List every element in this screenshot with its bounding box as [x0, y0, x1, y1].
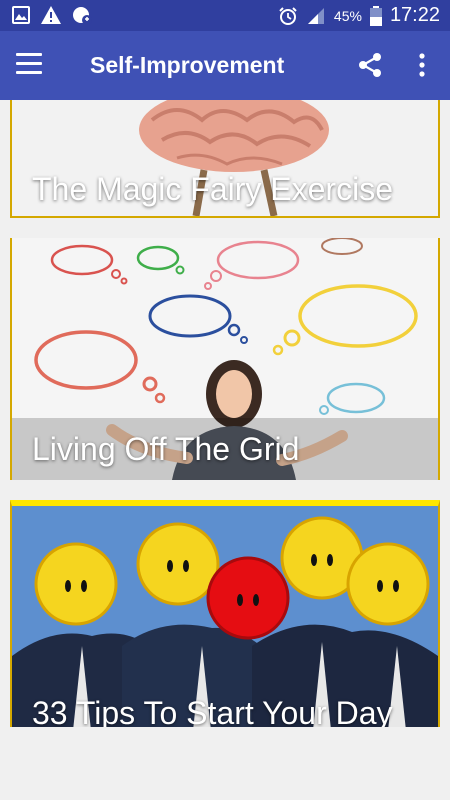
article-feed: The Magic Fairy Exercise Living Off The …	[0, 100, 450, 727]
system-icons: 45% 17:22	[278, 4, 440, 27]
signal-icon	[307, 7, 324, 24]
more-vert-icon[interactable]	[412, 51, 432, 79]
bottom-blank-area	[0, 727, 450, 800]
article-title: The Magic Fairy Exercise	[32, 171, 393, 207]
warning-icon	[41, 6, 61, 24]
clock: 17:22	[389, 4, 440, 26]
share-icon[interactable]	[356, 51, 384, 79]
battery-icon	[369, 5, 382, 26]
alarm-icon	[279, 6, 297, 25]
gallery-icon	[12, 6, 30, 24]
notification-icons	[12, 5, 92, 25]
battery-percent: 45%	[333, 7, 362, 24]
page-title: Self-Improvement	[90, 52, 285, 78]
data-saver-icon	[73, 7, 92, 25]
app-bar: Self-Improvement	[0, 31, 450, 100]
article-card-off-grid[interactable]: Living Off The Grid	[10, 238, 440, 480]
article-title: 33 Tips To Start Your Day	[32, 695, 393, 727]
menu-icon[interactable]	[16, 53, 42, 75]
smiley-businessmen-illustration	[12, 506, 438, 727]
status-bar: 45% 17:22	[0, 0, 450, 31]
article-card-magic-fairy[interactable]: The Magic Fairy Exercise	[10, 100, 440, 218]
article-card-33-tips[interactable]: 33 Tips To Start Your Day	[10, 500, 440, 727]
article-title: Living Off The Grid	[32, 431, 300, 467]
